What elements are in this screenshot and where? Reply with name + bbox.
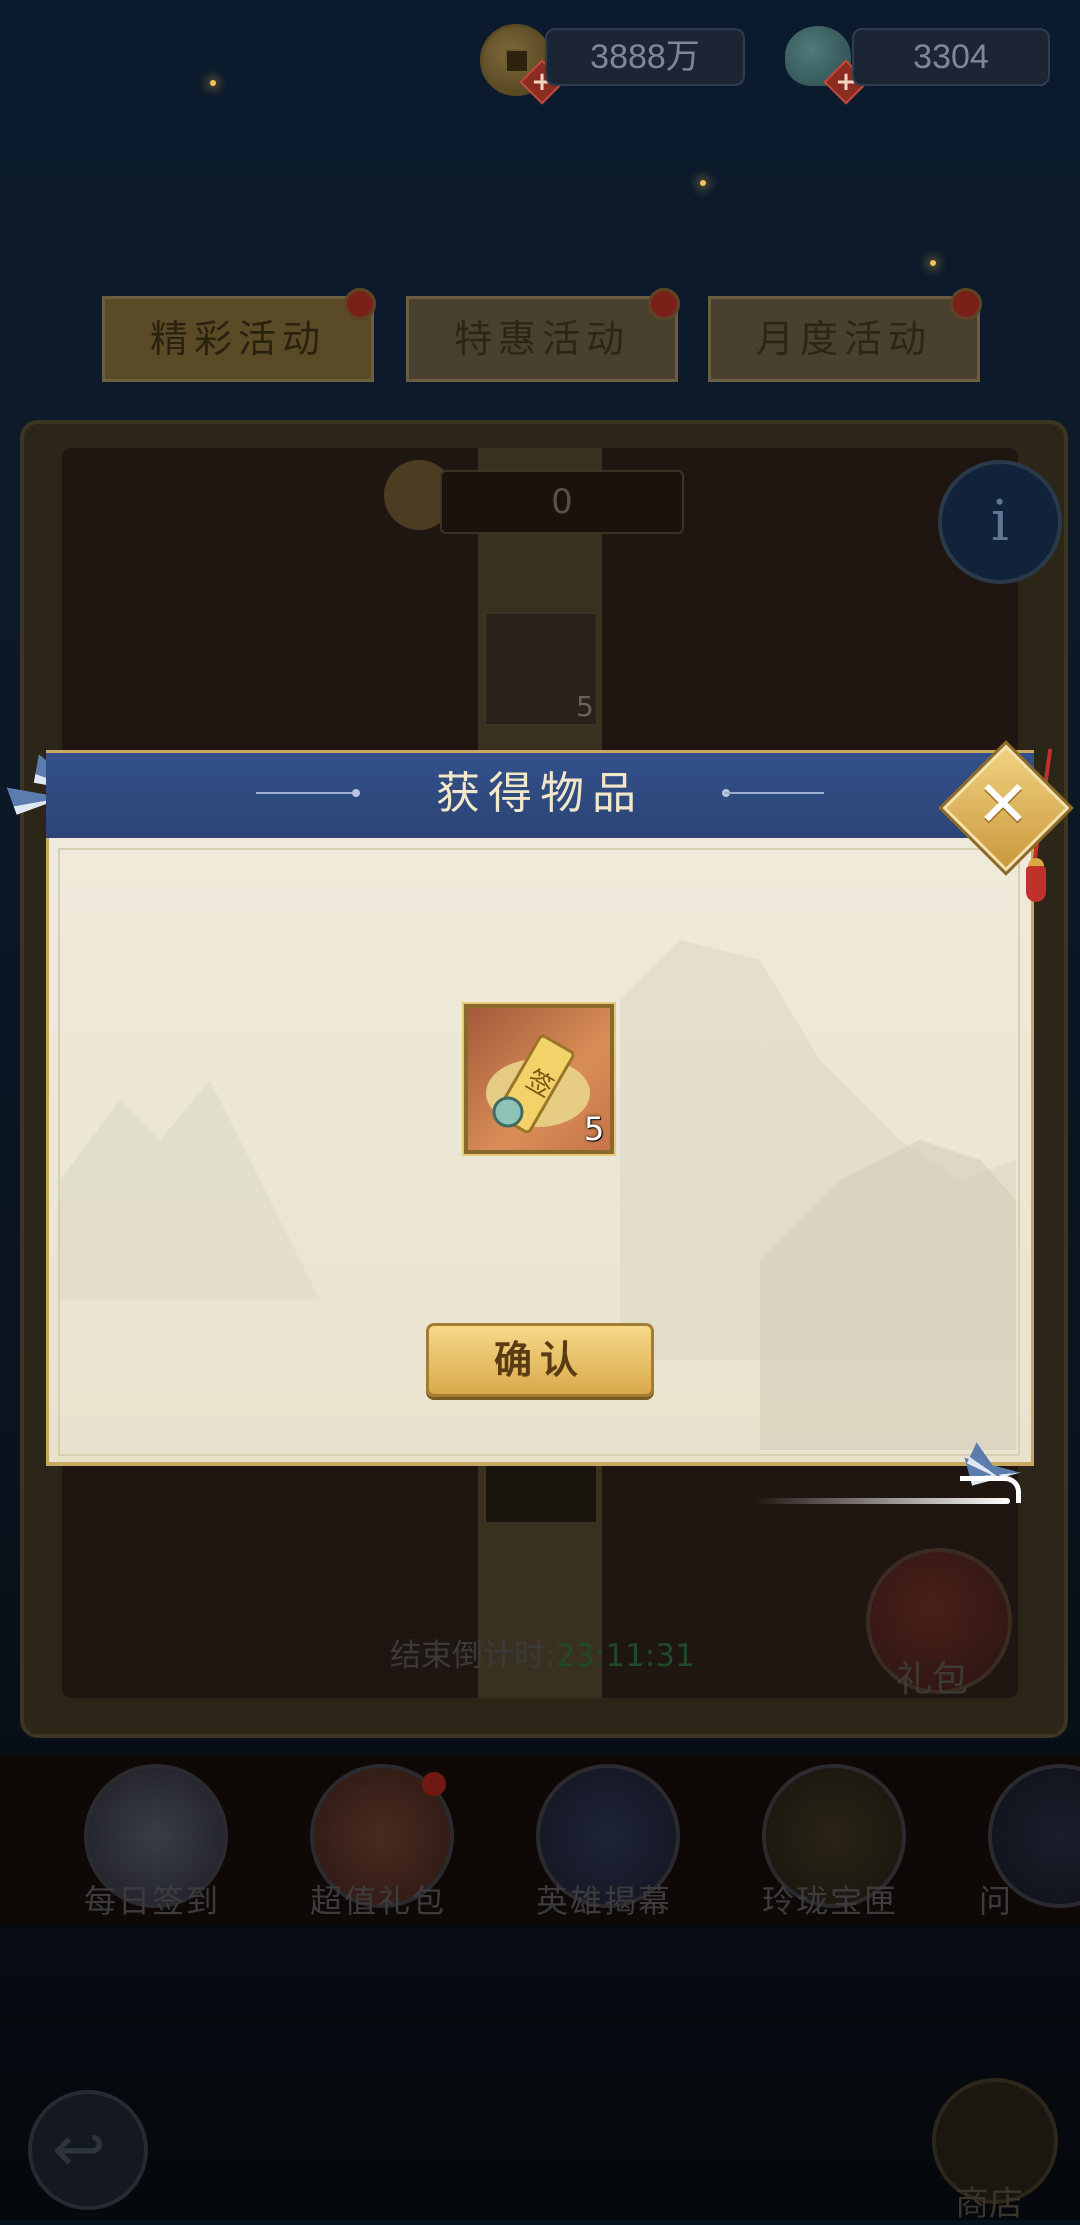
wind-swoosh-decoration	[960, 1476, 1021, 1503]
reward-item-quantity: 5	[584, 1110, 605, 1148]
dialog-title: 获得物品	[436, 768, 644, 819]
confirm-button-label[interactable]: 确认	[426, 1323, 654, 1397]
close-icon[interactable]: ✕	[958, 760, 1048, 850]
tassel-end	[1026, 866, 1046, 902]
